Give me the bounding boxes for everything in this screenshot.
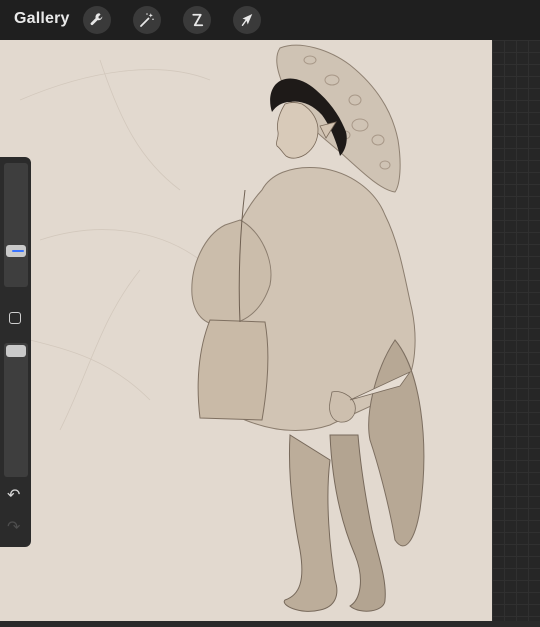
size-indicator xyxy=(12,249,24,252)
transform-button[interactable] xyxy=(233,6,261,34)
magic-wand-icon xyxy=(140,13,154,27)
redo-icon[interactable]: ↷ xyxy=(7,520,20,536)
opacity-knob[interactable] xyxy=(6,345,26,357)
artwork-sketch xyxy=(19,44,425,612)
brush-size-knob[interactable] xyxy=(6,244,26,257)
actions-wrench-button[interactable] xyxy=(83,6,111,34)
adjustments-button[interactable] xyxy=(133,6,161,34)
brush-size-slider[interactable] xyxy=(4,163,28,287)
top-toolbar: Gallery xyxy=(0,0,540,40)
grid-background xyxy=(492,40,540,627)
selection-icon xyxy=(192,13,204,27)
left-sidebar: ↶ ↷ xyxy=(0,157,31,547)
bottom-edge xyxy=(0,621,540,627)
gallery-button[interactable]: Gallery xyxy=(14,10,70,28)
wrench-icon xyxy=(90,13,103,26)
undo-icon[interactable]: ↶ xyxy=(7,488,20,504)
drawing-canvas[interactable] xyxy=(0,40,492,621)
transform-arrow-icon xyxy=(241,14,253,26)
square-modify-icon[interactable] xyxy=(9,312,21,324)
opacity-slider[interactable] xyxy=(4,343,28,477)
selection-button[interactable] xyxy=(183,6,211,34)
